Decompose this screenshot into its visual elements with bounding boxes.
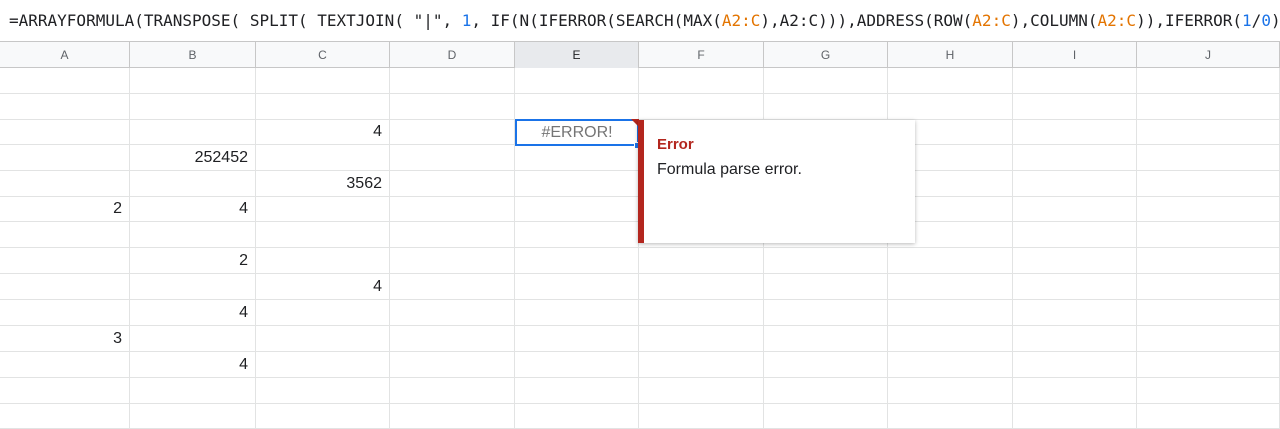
column-header-c[interactable]: C [256,42,390,68]
formula-token: ),A2:C))),ADDRESS(ROW( [760,11,973,30]
formula-token: 0 [1261,11,1271,30]
column-header-i[interactable]: I [1013,42,1137,68]
cell-a11[interactable]: 3 [0,326,130,352]
formula-token: A2:C [1097,11,1137,30]
column-header-a[interactable]: A [0,42,130,68]
formula-token: , IF(N(IFERROR(SEARCH(MAX( [471,11,722,30]
formula-token: / [1251,11,1262,30]
cell-c3[interactable]: 4 [256,119,390,145]
cell-b8[interactable]: 2 [130,248,256,274]
cell-b6[interactable]: 4 [130,196,256,222]
column-header-e[interactable]: E [515,42,639,68]
column-gridline [1012,68,1013,429]
selected-cell-e3[interactable]: #ERROR! [515,119,639,146]
error-tooltip-message: Formula parse error. [657,161,802,178]
formula-bar[interactable]: =ARRAYFORMULA(TRANSPOSE( SPLIT( TEXTJOIN… [0,0,1280,42]
column-header-b[interactable]: B [130,42,256,68]
formula-token: A2:C [721,11,761,30]
cell-a6[interactable]: 2 [0,196,130,222]
column-gridline [1136,68,1137,429]
formula-token: )),IFERROR( [1136,11,1243,30]
cell-c5[interactable]: 3562 [256,171,390,197]
column-header-h[interactable]: H [888,42,1013,68]
cell-b12[interactable]: 4 [130,352,256,378]
cell-c9[interactable]: 4 [256,274,390,300]
formula-token: 1 [461,11,472,30]
row-gridline [0,93,1280,94]
cell-b4[interactable]: 252452 [130,145,256,171]
error-tooltip-title: Error [657,136,694,153]
column-header-j[interactable]: J [1137,42,1280,68]
error-tooltip: Error Formula parse error. [638,120,915,243]
row-gridline [0,403,1280,404]
column-header-g[interactable]: G [764,42,888,68]
column-header-row: ABCDEFGHIJ [0,42,1280,68]
formula-token: 1 [1242,11,1252,30]
formula-token: A2:C [972,11,1011,30]
formula-token: )) ) ,"|" ) )) [1270,11,1280,30]
formula-token: =ARRAYFORMULA(TRANSPOSE( SPLIT( TEXTJOIN… [9,11,462,30]
column-header-f[interactable]: F [639,42,764,68]
column-header-d[interactable]: D [390,42,515,68]
formula-token: ),COLUMN( [1010,11,1098,30]
cell-b10[interactable]: 4 [130,300,256,326]
